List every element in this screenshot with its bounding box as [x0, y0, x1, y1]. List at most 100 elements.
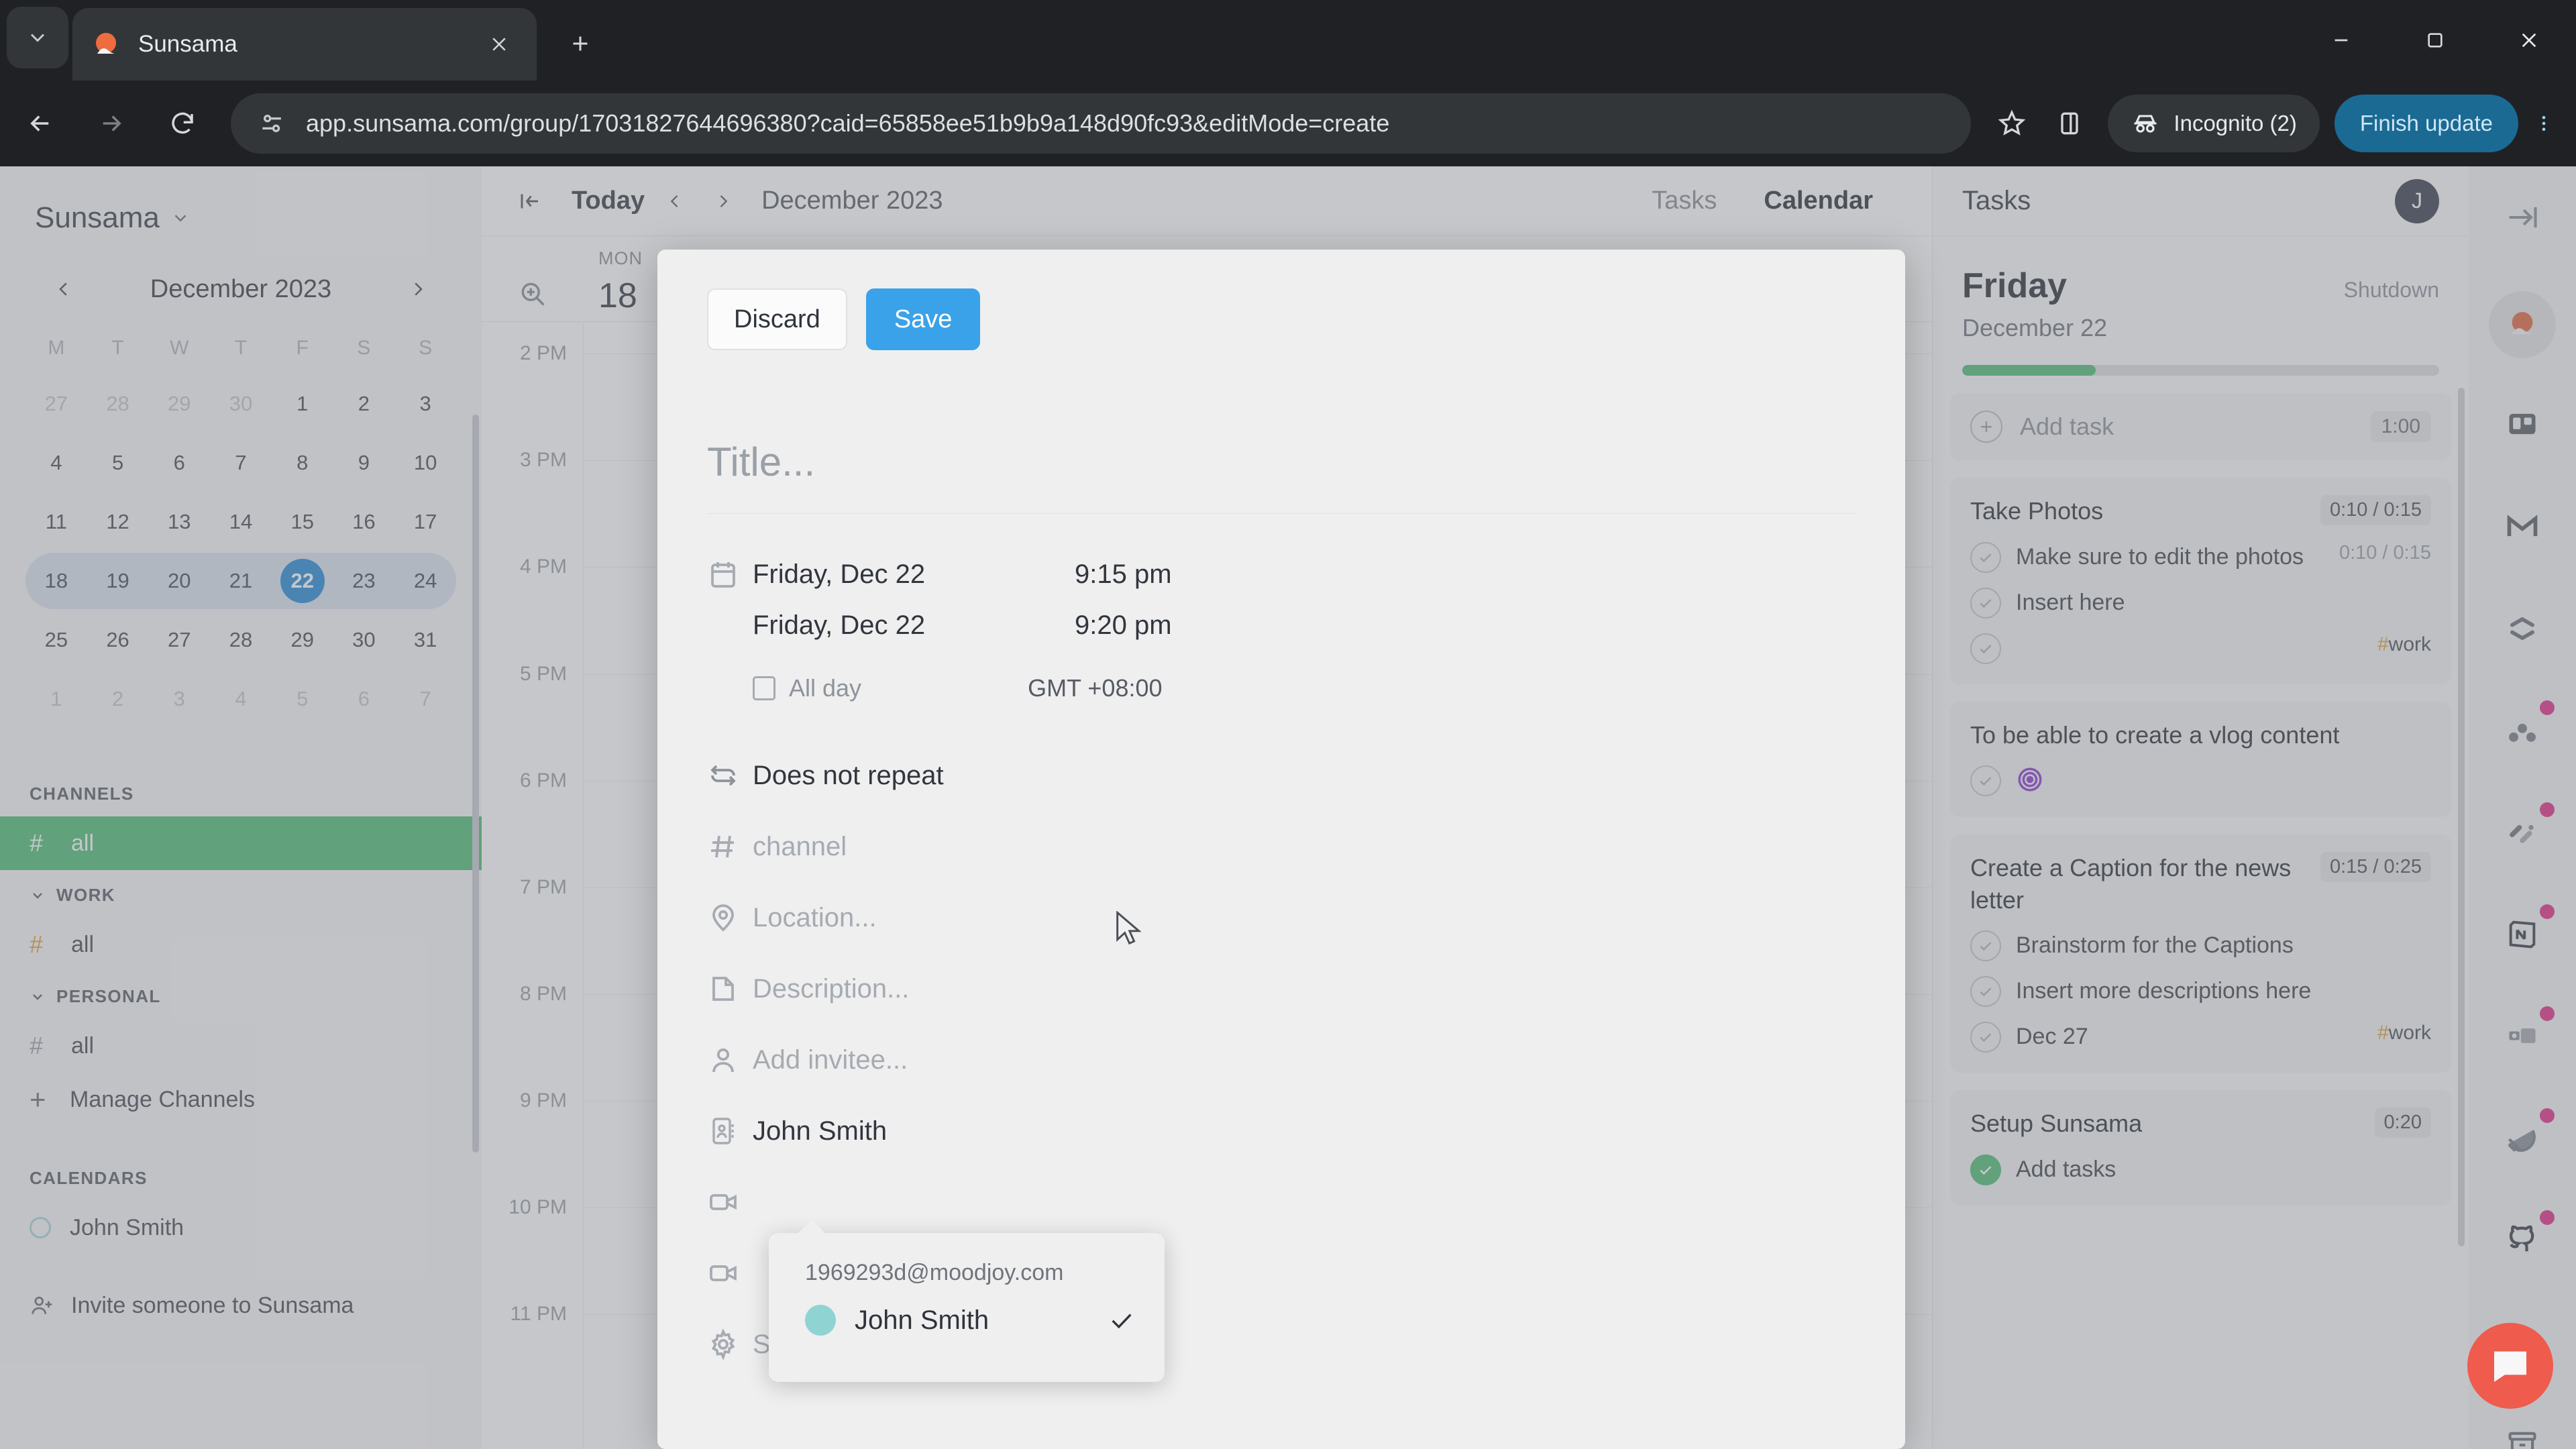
asana-rail-button[interactable] [2489, 594, 2556, 661]
mini-calendar-day[interactable]: 2 [87, 669, 149, 729]
checkbox-icon[interactable] [1970, 1154, 2001, 1185]
mini-calendar-day[interactable]: 14 [210, 492, 272, 551]
event-end-row[interactable]: Friday, Dec 22 9:20 pm [657, 600, 1905, 651]
next-month-button[interactable] [400, 271, 436, 307]
event-description-row[interactable]: Description... [657, 958, 1905, 1020]
shutdown-button[interactable]: Shutdown [2344, 278, 2439, 303]
checkbox-icon[interactable] [1970, 765, 2001, 797]
event-start-date[interactable]: Friday, Dec 22 [753, 559, 1075, 590]
github-rail-button[interactable] [2489, 1206, 2556, 1273]
checkbox-icon[interactable] [1970, 587, 2001, 619]
event-start-row[interactable]: Friday, Dec 22 9:15 pm [657, 549, 1905, 600]
mini-calendar-day[interactable]: 10 [394, 433, 456, 492]
work-section-header[interactable]: WORK [0, 870, 482, 918]
event-repeat-row[interactable]: Does not repeat [657, 745, 1905, 806]
archive-rail-button[interactable] [2489, 1410, 2556, 1449]
event-end-date[interactable]: Friday, Dec 22 [753, 610, 1075, 641]
mini-calendar-day[interactable]: 11 [25, 492, 87, 551]
discard-button[interactable]: Discard [707, 288, 847, 350]
checkbox-icon[interactable] [1970, 1022, 2001, 1053]
personal-section-header[interactable]: PERSONAL [0, 971, 482, 1019]
mini-calendar-day[interactable]: 25 [25, 610, 87, 669]
mini-calendar-day[interactable]: 30 [333, 610, 395, 669]
mini-calendar-day[interactable]: 27 [148, 610, 210, 669]
channel-tag[interactable]: #work [2377, 633, 2431, 656]
gmail-rail-button[interactable] [2489, 492, 2556, 559]
browser-tab[interactable]: Sunsama [72, 8, 537, 80]
tab-search-button[interactable] [7, 7, 68, 68]
add-task-row[interactable]: + Add task 1:00 [1950, 393, 2451, 460]
event-location-row[interactable]: Location... [657, 887, 1905, 949]
mini-calendar-day[interactable]: 3 [394, 374, 456, 433]
checkbox-icon[interactable] [1970, 633, 2001, 664]
forward-button[interactable] [80, 93, 142, 154]
mini-calendar-day[interactable]: 31 [394, 610, 456, 669]
mini-calendar-day[interactable]: 7 [210, 433, 272, 492]
bookmark-button[interactable] [1983, 95, 2041, 152]
side-panel-button[interactable] [2041, 95, 2098, 152]
mini-calendar-day[interactable]: 20 [148, 551, 210, 610]
prev-month-button[interactable] [46, 271, 82, 307]
mini-calendar-day[interactable]: 8 [272, 433, 333, 492]
invite-someone-button[interactable]: Invite someone to Sunsama [0, 1279, 482, 1332]
mini-calendar-day[interactable]: 6 [333, 669, 395, 729]
mini-calendar-day[interactable]: 7 [394, 669, 456, 729]
mini-calendar-day[interactable]: 15 [272, 492, 333, 551]
event-channel-row[interactable]: channel [657, 816, 1905, 877]
calendar-zoom-button[interactable] [482, 248, 584, 309]
back-button[interactable] [9, 93, 71, 154]
subtask-row[interactable]: Brainstorm for the Captions [1970, 930, 2431, 962]
event-location-input[interactable]: Location... [753, 903, 877, 933]
mini-calendar-day[interactable]: 21 [210, 551, 272, 610]
task-card[interactable]: Take Photos 0:10 / 0:15 Make sure to edit … [1950, 478, 2451, 684]
mini-calendar-day[interactable]: 4 [210, 669, 272, 729]
new-tab-button[interactable] [557, 20, 604, 67]
subtask-row[interactable] [1970, 765, 2431, 797]
reload-button[interactable] [152, 93, 213, 154]
subtask-row[interactable]: Add tasks [1970, 1154, 2431, 1185]
mini-calendar-day[interactable]: 22 [272, 551, 333, 610]
mini-calendar-day[interactable]: 28 [87, 374, 149, 433]
mini-calendar-day[interactable]: 6 [148, 433, 210, 492]
sidebar-item-channel-all[interactable]: # all [0, 816, 482, 870]
event-channel-input[interactable]: channel [753, 832, 847, 862]
minimize-button[interactable] [2294, 0, 2388, 80]
subtask-row[interactable]: Insert more descriptions here [1970, 976, 2431, 1008]
mini-calendar-day[interactable]: 9 [333, 433, 395, 492]
incognito-indicator[interactable]: Incognito (2) [2108, 95, 2320, 152]
tasks-scrollbar[interactable] [2458, 388, 2465, 1246]
mini-calendar-day[interactable]: 24 [394, 551, 456, 610]
trello-rail-button[interactable] [2489, 390, 2556, 458]
task-card[interactable]: Create a Caption for the news letter 0:15… [1950, 835, 2451, 1073]
mini-calendar-day[interactable]: 29 [148, 374, 210, 433]
finish-update-button[interactable]: Finish update [2334, 95, 2518, 152]
event-end-time[interactable]: 9:20 pm [1075, 610, 1172, 641]
subtask-row[interactable]: Dec 27 #work [1970, 1022, 2431, 1053]
mini-calendar-day[interactable]: 4 [25, 433, 87, 492]
site-settings-icon[interactable] [258, 109, 287, 138]
workspace-switcher[interactable]: Sunsama [0, 166, 482, 235]
event-description-input[interactable]: Description... [753, 974, 909, 1004]
sidebar-item-personal-all[interactable]: # all [0, 1019, 482, 1073]
prev-period-button[interactable] [657, 183, 693, 219]
tab-tasks[interactable]: Tasks [1652, 186, 1717, 215]
chrome-menu-button[interactable] [2518, 95, 2569, 152]
event-calendar-account-row[interactable]: John Smith [657, 1100, 1905, 1162]
collapse-panel-rail-button[interactable] [2489, 184, 2556, 251]
mini-calendar-day[interactable]: 26 [87, 610, 149, 669]
task-card[interactable]: To be able to create a vlog content [1950, 701, 2451, 818]
subtask-row[interactable]: Insert here [1970, 587, 2431, 619]
mini-calendar-day[interactable]: 23 [333, 551, 395, 610]
checkbox-icon[interactable] [1970, 541, 2001, 573]
subtask-row[interactable]: Make sure to edit the photos 0:10 / 0:15 [1970, 541, 2431, 573]
next-period-button[interactable] [705, 183, 741, 219]
sidebar-scrollbar[interactable] [472, 415, 479, 1152]
mini-calendar-day[interactable]: 28 [210, 610, 272, 669]
event-invitee-row[interactable]: Add invitee... [657, 1029, 1905, 1091]
event-title-input[interactable]: Title... [707, 439, 1856, 514]
mini-calendar-day[interactable]: 27 [25, 374, 87, 433]
task-card[interactable]: Setup Sunsama 0:20 Add tasks [1950, 1090, 2451, 1205]
linear-rail-button[interactable] [2489, 1104, 2556, 1171]
mini-calendar-day[interactable]: 5 [272, 669, 333, 729]
jira-rail-button[interactable] [2489, 1002, 2556, 1069]
